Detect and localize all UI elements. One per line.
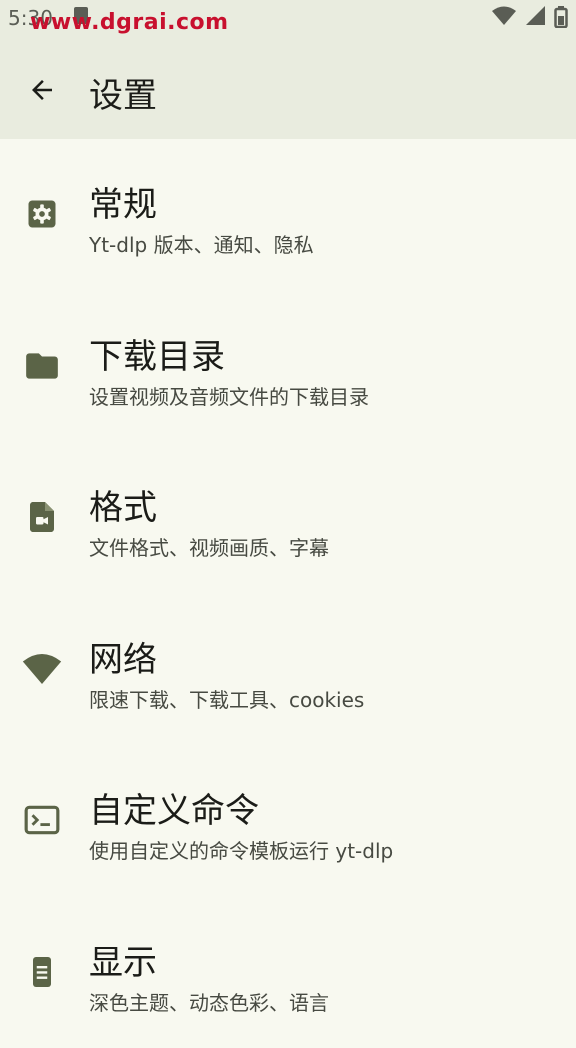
back-button[interactable]: [18, 66, 66, 114]
settings-list: 常规 Yt-dlp 版本、通知、隐私 下载目录 设置视频及音频文件的下载目录 格…: [0, 139, 576, 1048]
display-icon: [22, 952, 62, 992]
item-title: 网络: [89, 632, 157, 681]
terminal-icon: [22, 800, 62, 840]
item-title: 显示: [89, 935, 157, 984]
app-bar: 设置: [0, 40, 576, 139]
status-bar: 5:30 www.dgrai.com: [0, 0, 576, 40]
item-subtitle: 使用自定义的命令模板运行 yt-dlp: [89, 835, 393, 864]
settings-item-display[interactable]: 显示 深色主题、动态色彩、语言: [0, 897, 576, 1048]
item-subtitle: 设置视频及音频文件的下载目录: [89, 381, 369, 410]
page-title: 设置: [89, 68, 157, 117]
wifi-icon: [22, 649, 62, 689]
item-subtitle: 深色主题、动态色彩、语言: [89, 987, 329, 1016]
status-icons: [488, 6, 568, 28]
wifi-signal-icon: [492, 6, 516, 26]
watermark: www.dgrai.com: [30, 10, 229, 35]
folder-icon: [22, 346, 62, 386]
item-subtitle: 文件格式、视频画质、字幕: [89, 532, 329, 561]
settings-gear-icon: [22, 194, 62, 234]
item-subtitle: Yt-dlp 版本、通知、隐私: [89, 229, 314, 258]
item-title: 格式: [89, 480, 157, 529]
battery-icon: [554, 6, 568, 28]
item-title: 自定义命令: [89, 783, 259, 832]
settings-item-network[interactable]: 网络 限速下载、下载工具、cookies: [0, 594, 576, 746]
settings-item-download-directory[interactable]: 下载目录 设置视频及音频文件的下载目录: [0, 291, 576, 443]
settings-item-custom-commands[interactable]: 自定义命令 使用自定义的命令模板运行 yt-dlp: [0, 745, 576, 897]
item-title: 常规: [89, 177, 157, 226]
video-file-icon: [22, 497, 62, 537]
item-subtitle: 限速下载、下载工具、cookies: [89, 684, 364, 713]
settings-item-format[interactable]: 格式 文件格式、视频画质、字幕: [0, 442, 576, 594]
cell-signal-icon: [525, 6, 545, 26]
arrow-back-icon: [27, 75, 57, 105]
settings-item-general[interactable]: 常规 Yt-dlp 版本、通知、隐私: [0, 139, 576, 291]
item-title: 下载目录: [89, 329, 225, 378]
